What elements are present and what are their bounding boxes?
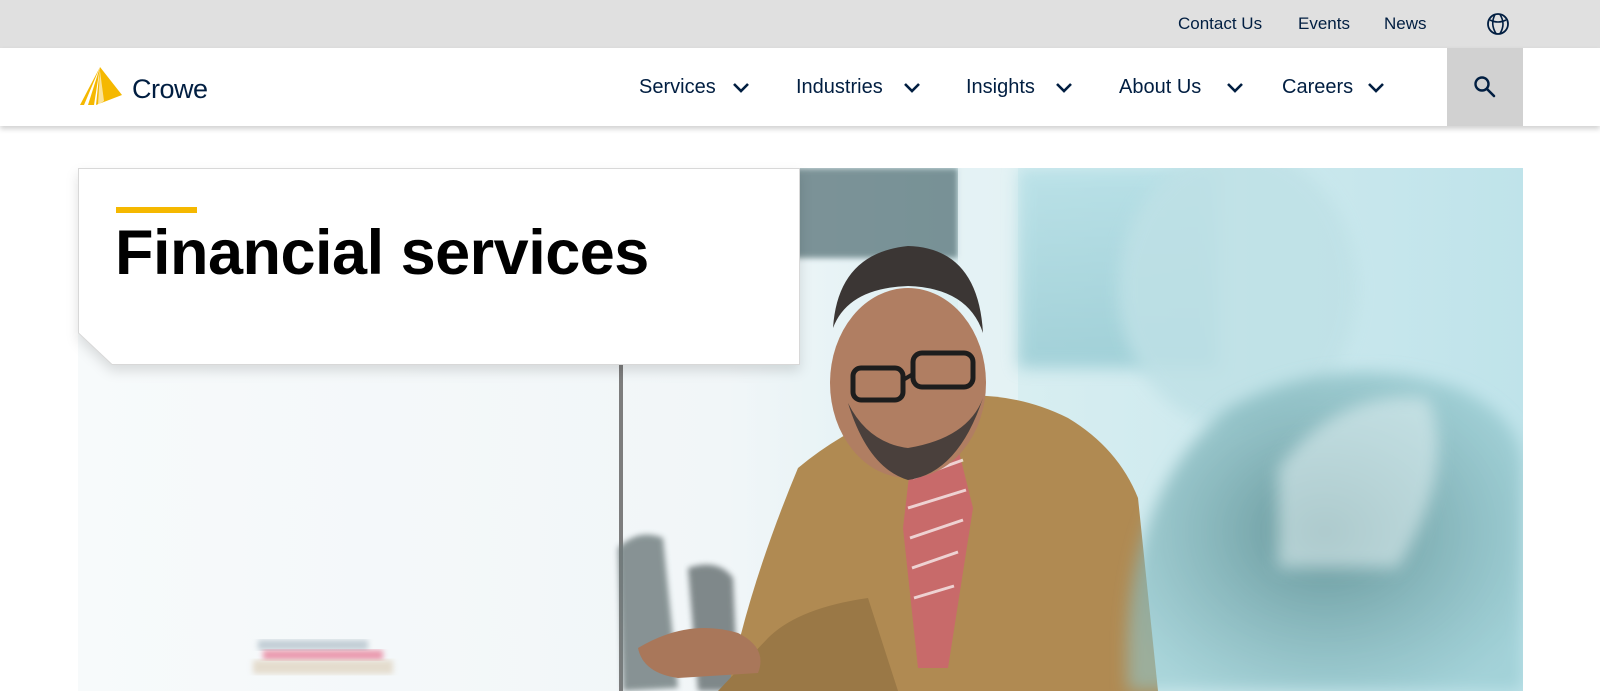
search-button[interactable] bbox=[1447, 48, 1523, 126]
nav-services[interactable]: Services bbox=[639, 74, 749, 100]
chevron-down-icon bbox=[733, 83, 749, 93]
nav-industries-label: Industries bbox=[796, 76, 883, 98]
chevron-down-icon bbox=[1368, 83, 1384, 93]
nav-about-us[interactable]: About Us bbox=[1119, 74, 1243, 100]
crowe-logo[interactable]: Crowe bbox=[78, 67, 228, 107]
search-icon bbox=[1474, 76, 1496, 98]
nav-insights-label: Insights bbox=[966, 76, 1035, 98]
nav-insights[interactable]: Insights bbox=[966, 74, 1072, 100]
nav-industries[interactable]: Industries bbox=[796, 74, 920, 100]
main-nav: Crowe Services Industries Insights About… bbox=[0, 48, 1600, 126]
page-title: Financial services bbox=[115, 218, 649, 288]
chevron-down-icon bbox=[904, 83, 920, 93]
nav-services-label: Services bbox=[639, 76, 716, 98]
crowe-logo-mark-icon bbox=[80, 67, 122, 105]
chevron-down-icon bbox=[1056, 83, 1072, 93]
globe-icon[interactable] bbox=[1486, 12, 1510, 36]
nav-careers[interactable]: Careers bbox=[1282, 74, 1384, 100]
events-link[interactable]: Events bbox=[1298, 13, 1350, 35]
logo-wordmark: Crowe bbox=[132, 74, 208, 104]
nav-careers-label: Careers bbox=[1282, 76, 1354, 98]
title-accent-bar bbox=[116, 207, 197, 213]
contact-us-link[interactable]: Contact Us bbox=[1178, 13, 1262, 35]
utility-bar: Contact Us Events News bbox=[0, 0, 1600, 48]
nav-about-us-label: About Us bbox=[1119, 76, 1202, 98]
chevron-down-icon bbox=[1227, 83, 1243, 93]
news-link[interactable]: News bbox=[1384, 13, 1427, 35]
